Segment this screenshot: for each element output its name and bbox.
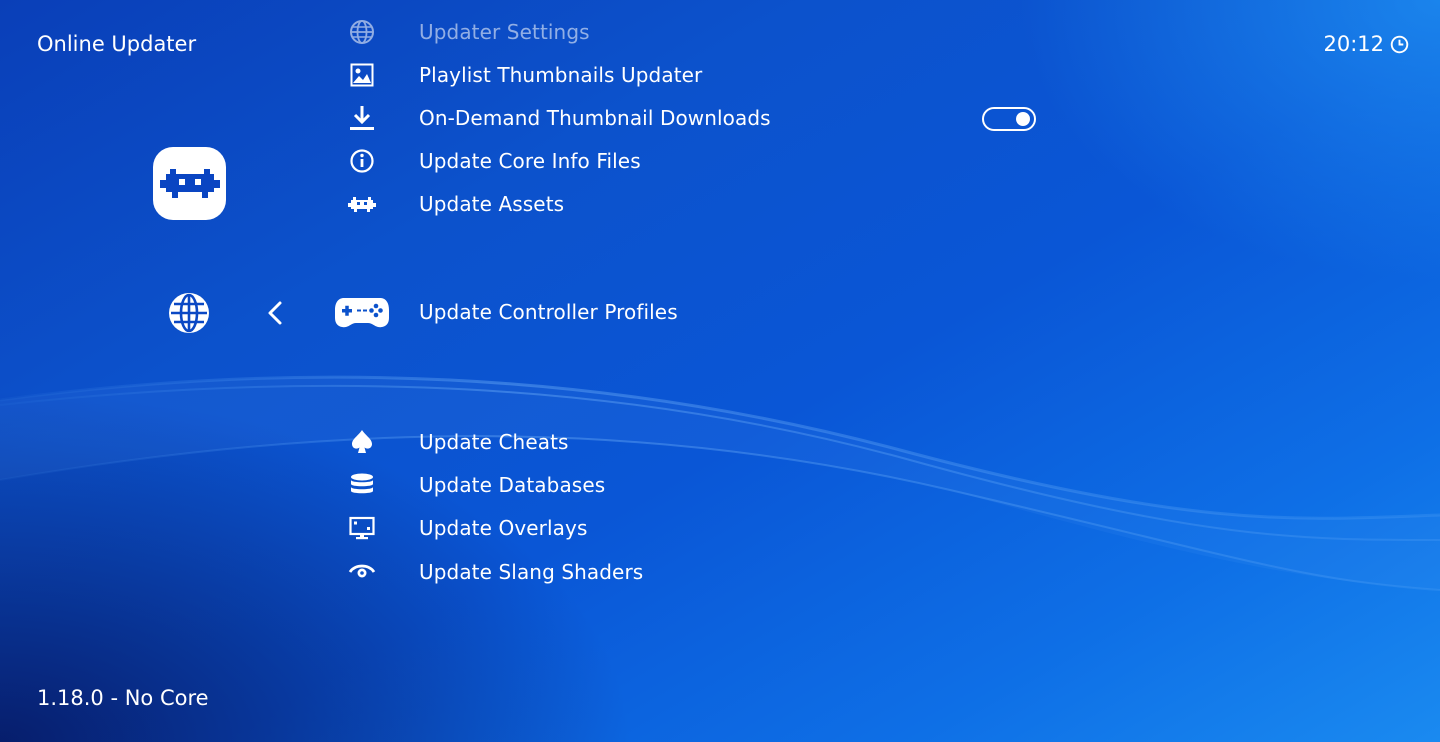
database-icon	[330, 465, 394, 505]
menu-item-playlist-thumbnails-updater[interactable]: Playlist Thumbnails Updater	[330, 55, 1050, 95]
menu-item-update-slang-shaders[interactable]: Update Slang Shaders	[330, 552, 1050, 592]
image-icon	[330, 55, 394, 95]
version-status: 1.18.0 - No Core	[37, 686, 209, 710]
back-chevron-icon[interactable]	[265, 300, 285, 326]
retroarch-invader-icon	[330, 184, 394, 224]
menu-item-label: Update Controller Profiles	[419, 300, 678, 324]
menu-item-update-overlays[interactable]: Update Overlays	[330, 508, 1050, 548]
menu-item-update-controller-profiles[interactable]: Update Controller Profiles	[330, 292, 1050, 332]
menu-item-update-core-info-files[interactable]: Update Core Info Files	[330, 141, 1050, 181]
download-icon	[330, 98, 394, 138]
online-updater-tab-globe-icon[interactable]	[167, 291, 211, 335]
menu-item-label: Update Overlays	[419, 516, 588, 540]
monitor-icon	[330, 508, 394, 548]
retroarch-logo	[153, 147, 226, 220]
page-title: Online Updater	[37, 32, 197, 56]
menu-item-label: Update Cheats	[419, 430, 569, 454]
menu-item-label: Update Databases	[419, 473, 606, 497]
menu-item-label: Update Slang Shaders	[419, 560, 644, 584]
menu-item-update-databases[interactable]: Update Databases	[330, 465, 1050, 505]
toggle-knob	[1016, 112, 1030, 126]
retroarch-invader-icon	[159, 168, 220, 198]
menu-item-label: Update Assets	[419, 192, 565, 216]
clock-time: 20:12	[1323, 32, 1384, 56]
eye-icon	[330, 552, 394, 592]
clock: 20:12	[1323, 30, 1409, 58]
spade-icon	[330, 422, 394, 462]
thumbnail-downloads-toggle[interactable]	[982, 107, 1036, 131]
info-icon	[330, 141, 394, 181]
menu-item-on-demand-thumbnail-downloads[interactable]: On-Demand Thumbnail Downloads	[330, 98, 1050, 138]
globe-icon	[330, 12, 394, 52]
menu-item-label: Updater Settings	[419, 20, 590, 44]
menu-item-updater-settings[interactable]: Updater Settings	[330, 12, 1050, 52]
clock-icon	[1390, 35, 1409, 53]
menu-item-label: Playlist Thumbnails Updater	[419, 63, 703, 87]
menu-item-update-assets[interactable]: Update Assets	[330, 184, 1050, 224]
menu-item-label: Update Core Info Files	[419, 149, 641, 173]
gamepad-icon	[330, 292, 394, 332]
menu-item-label: On-Demand Thumbnail Downloads	[419, 106, 771, 130]
menu-item-update-cheats[interactable]: Update Cheats	[330, 422, 1050, 462]
